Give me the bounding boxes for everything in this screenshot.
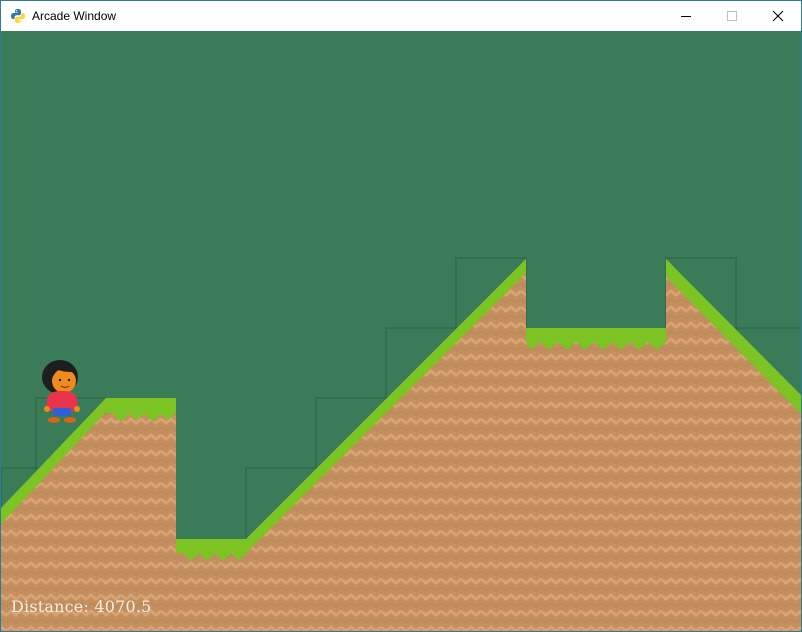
game-scene [1, 31, 801, 631]
python-icon [11, 9, 25, 23]
close-button[interactable] [755, 1, 801, 31]
maximize-icon [727, 11, 737, 21]
app-window: Arcade Window Distance: 4070.5 [0, 0, 802, 632]
game-canvas[interactable]: Distance: 4070.5 [1, 31, 801, 631]
minimize-icon [681, 16, 691, 17]
distance-counter: Distance: 4070.5 [11, 597, 152, 616]
window-title: Arcade Window [32, 9, 117, 23]
close-icon [772, 10, 784, 22]
minimize-button[interactable] [663, 1, 709, 31]
maximize-button[interactable] [709, 1, 755, 31]
title-bar[interactable]: Arcade Window [1, 1, 801, 31]
